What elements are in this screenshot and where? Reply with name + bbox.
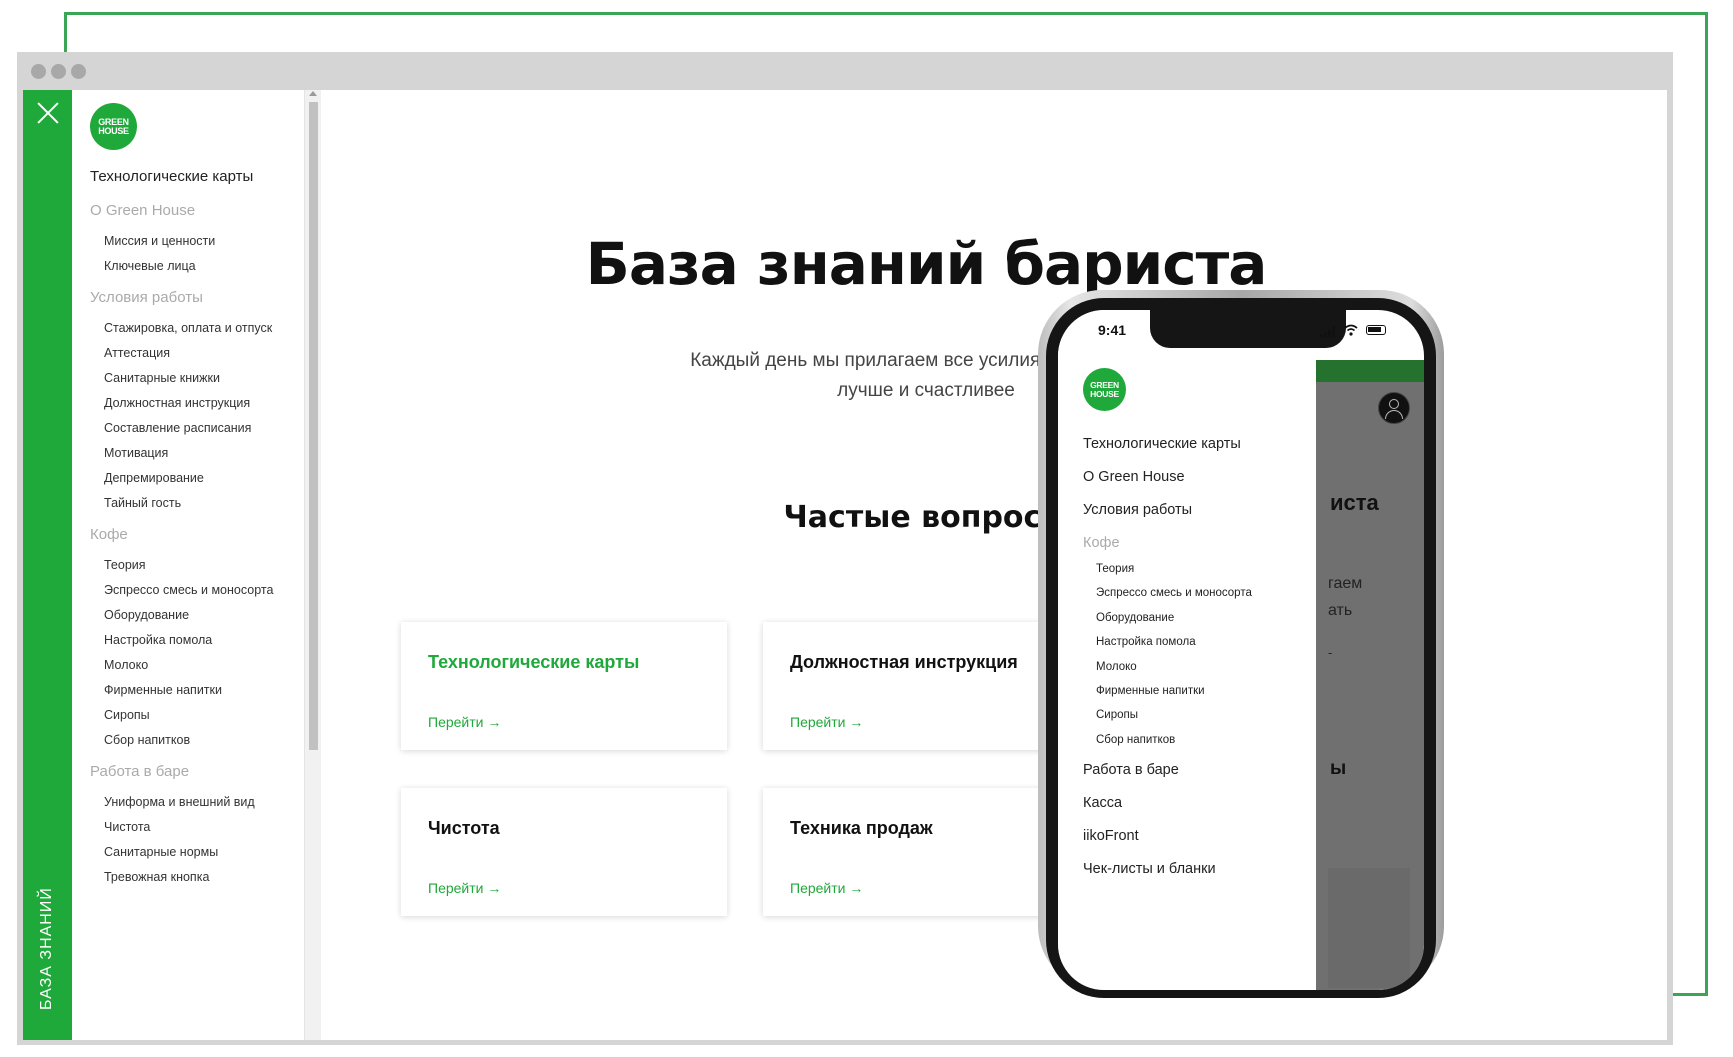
sidebar-item[interactable]: Аттестация [90, 345, 302, 361]
drawer-section-1[interactable]: O Green House [1083, 467, 1313, 487]
drawer-item[interactable]: Фирменные напитки [1083, 683, 1313, 699]
faq-card-cleanliness[interactable]: Чистота Перейти → [401, 788, 727, 916]
browser-titlebar [17, 52, 1673, 90]
drawer-section-4[interactable]: Работа в баре [1083, 760, 1313, 780]
sidebar-item[interactable]: Сиропы [90, 707, 302, 723]
sidebar-item[interactable]: Мотивация [90, 445, 302, 461]
sidebar-section-0[interactable]: Технологические карты [90, 167, 302, 187]
status-time: 9:41 [1098, 322, 1127, 338]
card-title: Должностная инструкция [790, 652, 1018, 672]
close-icon[interactable] [37, 102, 59, 124]
faq-card-tech-cards[interactable]: Технологические карты Перейти → [401, 622, 727, 750]
battery-icon [1366, 325, 1386, 335]
window-maximize-dot[interactable] [71, 64, 86, 79]
card-title: Техника продаж [790, 818, 933, 838]
scroll-up-arrow-icon[interactable] [309, 91, 317, 96]
page-title: База знаний бариста [585, 230, 1268, 298]
drawer-section-0[interactable]: Технологические карты [1083, 434, 1313, 454]
sidebar-item[interactable]: Должностная инструкция [90, 395, 302, 411]
sidebar-item[interactable]: Фирменные напитки [90, 682, 302, 698]
sidebar-item[interactable]: Сбор напитков [90, 732, 302, 748]
sidebar-scrollbar[interactable] [304, 90, 322, 1040]
sidebar-item[interactable]: Униформа и внешний вид [90, 794, 302, 810]
drawer-item[interactable]: Оборудование [1083, 610, 1313, 626]
sidebar-item[interactable]: Санитарные книжки [90, 370, 302, 386]
drawer-item[interactable]: Эспрессо смесь и моносорта [1083, 585, 1313, 601]
green-house-logo-mobile[interactable]: GREEN HOUSE [1083, 368, 1126, 411]
phone-mockup: иста гаем ать - ы GREEN HOUSE Технологиче… [1038, 290, 1444, 998]
drawer-section-3[interactable]: Кофе [1083, 533, 1313, 553]
drawer-section-5[interactable]: Касса [1083, 793, 1313, 813]
sidebar-item[interactable]: Ключевые лица [90, 258, 302, 274]
behind-dot: - [1328, 646, 1333, 660]
drawer-item[interactable]: Сбор напитков [1083, 732, 1313, 748]
behind-text-line-2: ать [1328, 602, 1353, 619]
sidebar-nav: GREEN HOUSE Технологические карты O Green … [72, 90, 304, 1040]
drawer-item[interactable]: Теория [1083, 561, 1313, 577]
sidebar-item[interactable]: Санитарные нормы [90, 844, 302, 860]
drawer-item[interactable]: Молоко [1083, 659, 1313, 675]
card-link[interactable]: Перейти → [790, 714, 863, 730]
sidebar-item[interactable]: Составление расписания [90, 420, 302, 436]
status-icons [1320, 324, 1390, 338]
behind-text-line-1: гаем [1328, 575, 1363, 592]
phone-notch [1150, 310, 1346, 348]
behind-card [1328, 868, 1410, 988]
logo-text-line2: HOUSE [1090, 388, 1119, 399]
sidebar-item[interactable]: Эспрессо смесь и моносорта [90, 582, 302, 598]
sidebar-section-3[interactable]: Кофе [90, 525, 302, 545]
card-title: Технологические карты [428, 652, 640, 672]
sidebar-item[interactable]: Оборудование [90, 607, 302, 623]
mobile-drawer-menu: GREEN HOUSE Технологические карты O Green … [1058, 310, 1316, 990]
phone-bezel: иста гаем ать - ы GREEN HOUSE Технологиче… [1046, 298, 1436, 998]
drawer-item[interactable]: Настройка помола [1083, 634, 1313, 650]
card-link[interactable]: Перейти → [428, 880, 501, 896]
drawer-section-2[interactable]: Условия работы [1083, 500, 1313, 520]
sidebar-section-4[interactable]: Работа в баре [90, 762, 302, 782]
sidebar-section-2[interactable]: Условия работы [90, 288, 302, 308]
sidebar-item[interactable]: Стажировка, оплата и отпуск [90, 320, 302, 336]
scrollbar-thumb[interactable] [309, 102, 318, 750]
card-title: Чистота [428, 818, 500, 838]
side-green-bar: БАЗА ЗНАНИЙ [23, 90, 72, 1040]
card-link[interactable]: Перейти → [790, 880, 863, 896]
main-content: База знаний бариста Каждый день мы прила… [321, 90, 1667, 1040]
drawer-section-7[interactable]: Чек-листы и бланки [1083, 859, 1313, 879]
wifi-icon [1344, 324, 1358, 336]
sidebar-section-1[interactable]: O Green House [90, 201, 302, 221]
drawer-section-6[interactable]: iikoFront [1083, 826, 1313, 846]
sidebar-item[interactable]: Молоко [90, 657, 302, 673]
sidebar-item[interactable]: Настройка помола [90, 632, 302, 648]
behind-text-fragment: гаем ать [1328, 570, 1362, 624]
mobile-menu-list: Технологические карты O Green House Услови… [1083, 434, 1313, 892]
sidebar-item[interactable]: Чистота [90, 819, 302, 835]
window-close-dot[interactable] [31, 64, 46, 79]
sidebar-item[interactable]: Миссия и ценности [90, 233, 302, 249]
drawer-item[interactable]: Сиропы [1083, 707, 1313, 723]
user-avatar-icon[interactable] [1378, 392, 1410, 424]
sidebar-item[interactable]: Тайный гость [90, 495, 302, 511]
knowledge-base-vertical-label: БАЗА ЗНАНИЙ [38, 887, 55, 1010]
sidebar-item[interactable]: Тревожная кнопка [90, 869, 302, 885]
logo-text-line2: HOUSE [98, 125, 129, 136]
sidebar-item[interactable]: Депремирование [90, 470, 302, 486]
sidebar-menu: Технологические карты O Green House Миссия… [90, 167, 302, 894]
sidebar-item[interactable]: Теория [90, 557, 302, 573]
behind-title-fragment: иста [1330, 490, 1379, 515]
card-link[interactable]: Перейти → [428, 714, 501, 730]
window-minimize-dot[interactable] [51, 64, 66, 79]
behind-faq-fragment: ы [1330, 758, 1347, 779]
green-house-logo[interactable]: GREEN HOUSE [90, 103, 137, 150]
phone-screen: иста гаем ать - ы GREEN HOUSE Технологиче… [1058, 310, 1424, 990]
